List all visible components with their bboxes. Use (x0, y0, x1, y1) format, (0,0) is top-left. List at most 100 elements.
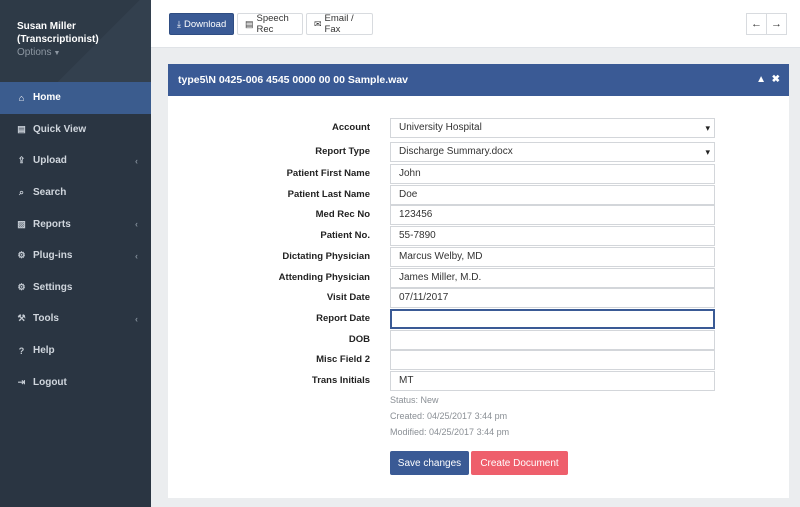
dob-input[interactable] (390, 330, 715, 350)
email-fax-label: Email / Fax (324, 13, 354, 35)
reports-icon: ▨ (17, 218, 26, 229)
sidebar-item-label: Upload (33, 155, 67, 167)
speech-rec-label: Speech Rec (256, 13, 289, 35)
user-profile: Susan Miller (Transcriptionist) Options ▼ (0, 0, 151, 82)
file-icon: ▤ (17, 123, 26, 134)
user-name: Susan Miller (17, 21, 76, 32)
download-button[interactable]: ⤓ Download (169, 13, 234, 35)
modified-timestamp: Modified: 04/25/2017 3:44 pm (390, 427, 510, 437)
upload-icon: ⇪ (17, 155, 26, 166)
form-row-dob: DOB (168, 330, 789, 350)
plugins-icon: ⚙ (17, 250, 26, 261)
sidebar-item-reports[interactable]: ▨ Reports ‹ (0, 208, 151, 240)
sidebar-item-label: Quick View (33, 123, 87, 135)
form-row-patient-no: Patient No. 55-7890 (168, 226, 789, 246)
field-label: Account (332, 122, 370, 133)
report-type-select[interactable]: Discharge Summary.docx (390, 142, 715, 162)
next-button[interactable]: → (766, 13, 787, 35)
form-row-last-name: Patient Last Name Doe (168, 185, 789, 205)
sidebar-item-help[interactable]: ? Help (0, 335, 151, 367)
patient-no-input[interactable]: 55-7890 (390, 226, 715, 246)
speech-rec-button[interactable]: ▤ Speech Rec (237, 13, 303, 35)
close-icon[interactable]: ✖ (772, 74, 780, 85)
sidebar-item-home[interactable]: ⌂ Home (0, 82, 151, 114)
arrow-right-icon: → (771, 18, 782, 30)
sidebar-item-label: Tools (33, 313, 59, 325)
save-changes-button[interactable]: Save changes (390, 451, 469, 475)
home-icon: ⌂ (18, 92, 25, 103)
form-row-account: Account University Hospital (168, 118, 789, 138)
sidebar-item-upload[interactable]: ⇪ Upload ‹ (0, 145, 151, 177)
wrench-icon: ⚒ (17, 313, 26, 324)
form-row-attending: Attending Physician James Miller, M.D. (168, 268, 789, 288)
gear-icon: ⚙ (17, 281, 26, 292)
create-document-button[interactable]: Create Document (471, 451, 568, 475)
field-label: Med Rec No (315, 209, 370, 220)
med-rec-no-input[interactable]: 123456 (390, 205, 715, 225)
collapse-icon[interactable]: ▲ (756, 74, 766, 85)
sidebar-item-logout[interactable]: ⇥ Logout (0, 366, 151, 398)
form-row-first-name: Patient First Name John (168, 164, 789, 184)
field-label: DOB (348, 334, 370, 345)
field-label: Dictating Physician (282, 251, 370, 262)
dictating-physician-input[interactable]: Marcus Welby, MD (390, 247, 715, 267)
sidebar-item-label: Search (33, 187, 67, 199)
field-label: Report Date (316, 313, 370, 324)
form-row-misc-2: Misc Field 2 (168, 350, 789, 370)
field-label: Patient No. (320, 230, 370, 241)
options-label: Options (17, 47, 52, 58)
sidebar-item-plug-ins[interactable]: ⚙ Plug-ins ‹ (0, 240, 151, 272)
chevron-left-icon: ‹ (135, 250, 138, 261)
visit-date-input[interactable]: 07/11/2017 (390, 288, 715, 308)
form-row-trans-initials: Trans Initials MT (168, 371, 789, 391)
form-row-med-rec: Med Rec No 123456 (168, 205, 789, 225)
caret-down-icon: ▼ (53, 50, 61, 57)
search-icon: ⌕ (18, 187, 25, 198)
report-date-input[interactable] (390, 309, 715, 329)
status-text: Status: New (390, 395, 439, 405)
download-icon: ⤓ (177, 18, 181, 29)
previous-button[interactable]: ← (746, 13, 767, 35)
document-icon: ▤ (245, 18, 254, 29)
chevron-left-icon: ‹ (135, 313, 138, 324)
chevron-left-icon: ‹ (135, 155, 138, 166)
download-label: Download (183, 18, 227, 30)
panel-header: type5\N 0425-006 4545 0000 00 00 Sample.… (168, 64, 789, 96)
field-label: Visit Date (326, 292, 370, 303)
field-label: Attending Physician (278, 272, 370, 283)
sidebar-item-settings[interactable]: ⚙ Settings (0, 272, 151, 304)
sidebar-item-label: Logout (33, 376, 67, 388)
field-label: Misc Field 2 (316, 354, 370, 365)
patient-first-name-input[interactable]: John (390, 164, 715, 184)
chevron-left-icon: ‹ (135, 219, 138, 230)
options-dropdown[interactable]: Options ▼ (17, 47, 151, 58)
form-row-dictating: Dictating Physician Marcus Welby, MD (168, 247, 789, 267)
email-fax-button[interactable]: ✉ Email / Fax (306, 13, 373, 35)
sidebar-item-label: Plug-ins (33, 250, 73, 262)
sidebar-item-search[interactable]: ⌕ Search (0, 177, 151, 209)
account-select[interactable]: University Hospital (390, 118, 715, 138)
created-timestamp: Created: 04/25/2017 3:44 pm (390, 411, 508, 421)
arrow-left-icon: ← (751, 18, 762, 30)
help-icon: ? (18, 345, 25, 356)
sidebar-item-quick-view[interactable]: ▤ Quick View (0, 114, 151, 146)
field-label: Patient First Name (286, 168, 370, 179)
misc-field-2-input[interactable] (390, 350, 715, 370)
top-toolbar: ⤓ Download ▤ Speech Rec ✉ Email / Fax ← → (151, 0, 800, 48)
panel-title: type5\N 0425-006 4545 0000 00 00 Sample.… (178, 74, 408, 86)
sidebar-nav: ⌂ Home ▤ Quick View ⇪ Upload ‹ ⌕ Search … (0, 82, 151, 398)
sidebar-item-label: Help (33, 345, 55, 357)
sidebar-item-label: Home (33, 92, 61, 104)
trans-initials-input[interactable]: MT (390, 371, 715, 391)
sidebar-item-tools[interactable]: ⚒ Tools ‹ (0, 303, 151, 335)
field-label: Report Type (315, 146, 370, 157)
field-label: Trans Initials (311, 375, 370, 386)
attending-physician-input[interactable]: James Miller, M.D. (390, 268, 715, 288)
document-panel: type5\N 0425-006 4545 0000 00 00 Sample.… (168, 64, 789, 498)
user-role: (Transcriptionist) (17, 34, 99, 45)
sidebar: Susan Miller (Transcriptionist) Options ▼… (0, 0, 151, 507)
logout-icon: ⇥ (17, 376, 26, 387)
sidebar-item-label: Reports (33, 218, 71, 230)
sidebar-item-label: Settings (33, 281, 73, 293)
patient-last-name-input[interactable]: Doe (390, 185, 715, 205)
